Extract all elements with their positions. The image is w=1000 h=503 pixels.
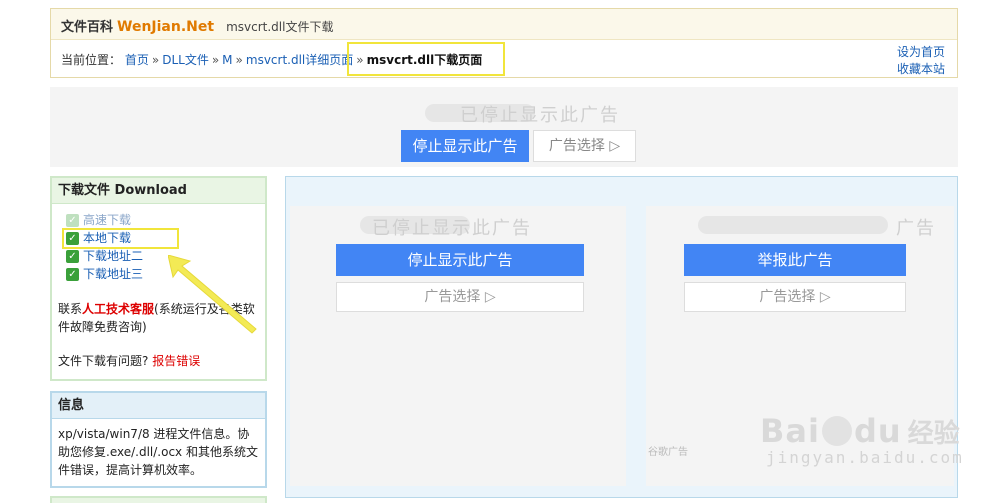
watermark-logo-left: Bai [760, 412, 820, 450]
next-panel-edge [50, 496, 267, 503]
check-icon: ✓ [66, 249, 79, 263]
download-panel-title: 下载文件 Download [52, 178, 265, 204]
download-link-mirror-2[interactable]: 下载地址二 [83, 247, 143, 265]
download-item-mirror-2[interactable]: ✓ 下载地址二 [66, 247, 143, 265]
watermark-logo-cn: 经验 [907, 418, 960, 449]
bookmark-site-link[interactable]: 收藏本站 [897, 61, 945, 78]
download-item-mirror-3[interactable]: ✓ 下载地址三 [66, 265, 143, 283]
stop-showing-ad-button[interactable]: 停止显示此广告 [336, 244, 584, 276]
report-ad-button[interactable]: 举报此广告 [684, 244, 906, 276]
ad-ghost-text: 广告 [896, 218, 936, 239]
download-item-fast[interactable]: ✓ 高速下载 [66, 211, 143, 229]
site-title: 文件百科 WenJian.Net msvcrt.dll文件下载 [61, 16, 333, 35]
support-link[interactable]: 人工技术客服 [82, 302, 154, 316]
page-subtitle: msvcrt.dll文件下载 [226, 20, 334, 34]
site-name: 文件百科 [61, 20, 114, 35]
top-ad-area: 已停止显示此广告 停止显示此广告 广告选择 ▷ [50, 87, 958, 167]
annotation-arrow-icon [168, 255, 257, 334]
info-panel-text: xp/vista/win7/8 进程文件信息。协助您修复.exe/.dll/.o… [58, 427, 258, 477]
check-icon: ✓ [66, 213, 79, 227]
ad-choices-button[interactable]: 广告选择 ▷ [336, 282, 584, 312]
breadcrumb-letter-m[interactable]: M [222, 53, 232, 67]
ad-slot-left: 已停止显示此广告 停止显示此广告 广告选择 ▷ [290, 206, 626, 486]
download-link-fast[interactable]: 高速下载 [83, 211, 131, 229]
breadcrumb-bar: 当前位置： 首页» DLL文件» M» msvcrt.dll详细页面» msvcrt.d… [51, 39, 957, 77]
check-icon: ✓ [66, 267, 79, 281]
breadcrumb-detail-page[interactable]: msvcrt.dll详细页面 [246, 53, 353, 67]
breadcrumb-dll-files[interactable]: DLL文件 [162, 53, 209, 67]
download-link-mirror-3[interactable]: 下载地址三 [83, 265, 143, 283]
paw-icon [821, 416, 852, 446]
highlight-box-local-download [62, 228, 179, 249]
watermark-logo-right: du [853, 412, 902, 450]
ad-choices-button[interactable]: 广告选择 ▷ [684, 282, 906, 312]
highlight-box-current-page [347, 42, 505, 76]
info-panel-title: 信息 [52, 393, 265, 419]
ad-ghost-text: 已停止显示此广告 [372, 218, 532, 239]
report-problem: 文件下载有问题? 报告错误 [58, 354, 201, 368]
ad-choices-button[interactable]: 广告选择 ▷ [533, 130, 636, 162]
blurred-ad-logo [698, 216, 888, 234]
watermark-url: jingyan.baidu.com [766, 448, 964, 467]
breadcrumb-home[interactable]: 首页 [125, 53, 149, 67]
baidu-jingyan-watermark: Bai du 经验 jingyan.baidu.com [760, 412, 990, 467]
set-homepage-link[interactable]: 设为首页 [897, 44, 945, 61]
breadcrumb-label: 当前位置： [61, 53, 122, 67]
ad-ghost-text: 已停止显示此广告 [460, 105, 620, 126]
header-links: 设为首页 收藏本站 [897, 44, 945, 78]
info-panel: 信息 xp/vista/win7/8 进程文件信息。协助您修复.exe/.dll… [50, 391, 267, 488]
site-brand[interactable]: WenJian.Net [117, 19, 214, 35]
ad-footer-label: 谷歌广告 [648, 447, 688, 458]
report-error-link[interactable]: 报告错误 [152, 354, 200, 368]
site-header: 文件百科 WenJian.Net msvcrt.dll文件下载 当前位置： 首页» D… [50, 8, 958, 78]
stop-showing-ad-button[interactable]: 停止显示此广告 [401, 130, 529, 162]
